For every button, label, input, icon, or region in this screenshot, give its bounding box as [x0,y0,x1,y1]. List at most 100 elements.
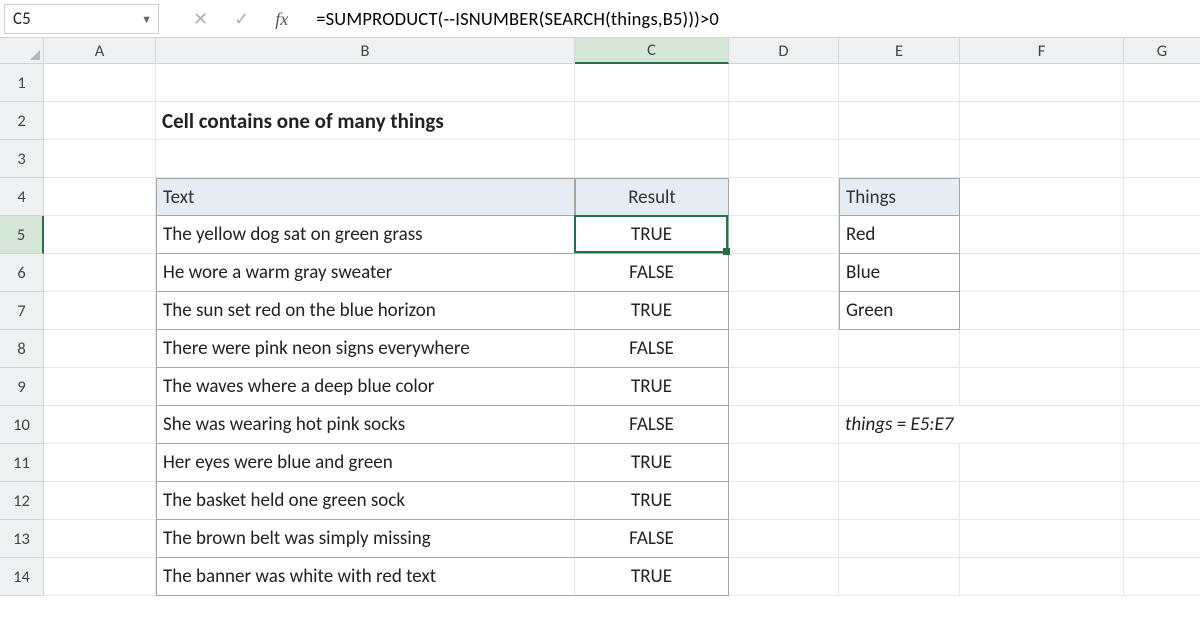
col-header-B[interactable]: B [156,38,575,64]
cell-F13[interactable] [960,520,1124,558]
cell-D10[interactable] [729,406,839,444]
cell-A9[interactable] [44,368,156,406]
cell-A2[interactable] [44,102,156,140]
cell-E9[interactable] [839,368,960,406]
cell-C13[interactable]: FALSE [575,520,729,558]
cell-G4[interactable] [1124,178,1200,216]
cell-G10[interactable] [1124,406,1200,444]
row-header-4[interactable]: 4 [0,178,44,216]
cell-E5[interactable]: Red [839,216,960,254]
cell-C4[interactable]: Result [575,178,729,216]
select-all-corner[interactable] [0,38,44,64]
cell-A13[interactable] [44,520,156,558]
row-header-5[interactable]: 5 [0,216,44,254]
cell-A1[interactable] [44,64,156,102]
cell-G8[interactable] [1124,330,1200,368]
cell-F2[interactable] [960,102,1124,140]
cancel-icon[interactable]: ✕ [193,10,208,28]
chevron-down-icon[interactable]: ▼ [141,13,152,26]
cell-E4[interactable]: Things [839,178,960,216]
enter-icon[interactable]: ✓ [234,10,249,28]
cell-B6[interactable]: He wore a warm gray sweater [156,254,575,292]
cell-E14[interactable] [839,558,960,596]
cell-D5[interactable] [729,216,839,254]
cell-D3[interactable] [729,140,839,178]
row-header-14[interactable]: 14 [0,558,44,596]
cell-A3[interactable] [44,140,156,178]
cell-C12[interactable]: TRUE [575,482,729,520]
col-header-A[interactable]: A [44,38,156,64]
cell-E10[interactable]: things = E5:E7 [839,406,960,444]
cell-C8[interactable]: FALSE [575,330,729,368]
formula-input[interactable] [302,5,1200,32]
cell-B5[interactable]: The yellow dog sat on green grass [156,216,575,254]
cell-A14[interactable] [44,558,156,596]
row-header-2[interactable]: 2 [0,102,44,140]
cell-B3[interactable] [156,140,575,178]
cell-D7[interactable] [729,292,839,330]
cell-C10[interactable]: FALSE [575,406,729,444]
cell-F11[interactable] [960,444,1124,482]
cell-B11[interactable]: Her eyes were blue and green [156,444,575,482]
col-header-G[interactable]: G [1124,38,1200,64]
row-header-11[interactable]: 11 [0,444,44,482]
cell-E12[interactable] [839,482,960,520]
cell-D13[interactable] [729,520,839,558]
cell-A10[interactable] [44,406,156,444]
cell-G12[interactable] [1124,482,1200,520]
name-box[interactable]: C5 ▼ [4,4,159,34]
cell-E11[interactable] [839,444,960,482]
cell-D9[interactable] [729,368,839,406]
cell-F1[interactable] [960,64,1124,102]
cell-G13[interactable] [1124,520,1200,558]
cell-F9[interactable] [960,368,1124,406]
cell-B2[interactable]: Cell contains one of many things [156,102,575,140]
cell-F3[interactable] [960,140,1124,178]
row-header-3[interactable]: 3 [0,140,44,178]
row-header-10[interactable]: 10 [0,406,44,444]
cell-E8[interactable] [839,330,960,368]
cell-D12[interactable] [729,482,839,520]
cell-C1[interactable] [575,64,729,102]
row-header-13[interactable]: 13 [0,520,44,558]
cell-G7[interactable] [1124,292,1200,330]
col-header-C[interactable]: C [575,38,729,64]
cell-D4[interactable] [729,178,839,216]
row-header-7[interactable]: 7 [0,292,44,330]
cell-E6[interactable]: Blue [839,254,960,292]
row-header-1[interactable]: 1 [0,64,44,102]
cell-C2[interactable] [575,102,729,140]
cell-F8[interactable] [960,330,1124,368]
cell-B7[interactable]: The sun set red on the blue horizon [156,292,575,330]
cell-G1[interactable] [1124,64,1200,102]
cell-B8[interactable]: There were pink neon signs everywhere [156,330,575,368]
cell-A8[interactable] [44,330,156,368]
row-header-8[interactable]: 8 [0,330,44,368]
cell-F14[interactable] [960,558,1124,596]
cell-D6[interactable] [729,254,839,292]
cell-B13[interactable]: The brown belt was simply missing [156,520,575,558]
cell-E13[interactable] [839,520,960,558]
cell-E1[interactable] [839,64,960,102]
cell-A6[interactable] [44,254,156,292]
cell-B1[interactable] [156,64,575,102]
cell-G3[interactable] [1124,140,1200,178]
cell-A7[interactable] [44,292,156,330]
cell-F4[interactable] [960,178,1124,216]
cell-C3[interactable] [575,140,729,178]
cell-G5[interactable] [1124,216,1200,254]
cell-B14[interactable]: The banner was white with red text [156,558,575,596]
cell-D8[interactable] [729,330,839,368]
cell-G2[interactable] [1124,102,1200,140]
cell-D11[interactable] [729,444,839,482]
cell-C5[interactable]: TRUE [575,216,729,254]
cell-F12[interactable] [960,482,1124,520]
cell-B10[interactable]: She was wearing hot pink socks [156,406,575,444]
cell-A4[interactable] [44,178,156,216]
cell-D1[interactable] [729,64,839,102]
cell-C9[interactable]: TRUE [575,368,729,406]
cell-E2[interactable] [839,102,960,140]
cell-E3[interactable] [839,140,960,178]
cell-F5[interactable] [960,216,1124,254]
cell-G9[interactable] [1124,368,1200,406]
